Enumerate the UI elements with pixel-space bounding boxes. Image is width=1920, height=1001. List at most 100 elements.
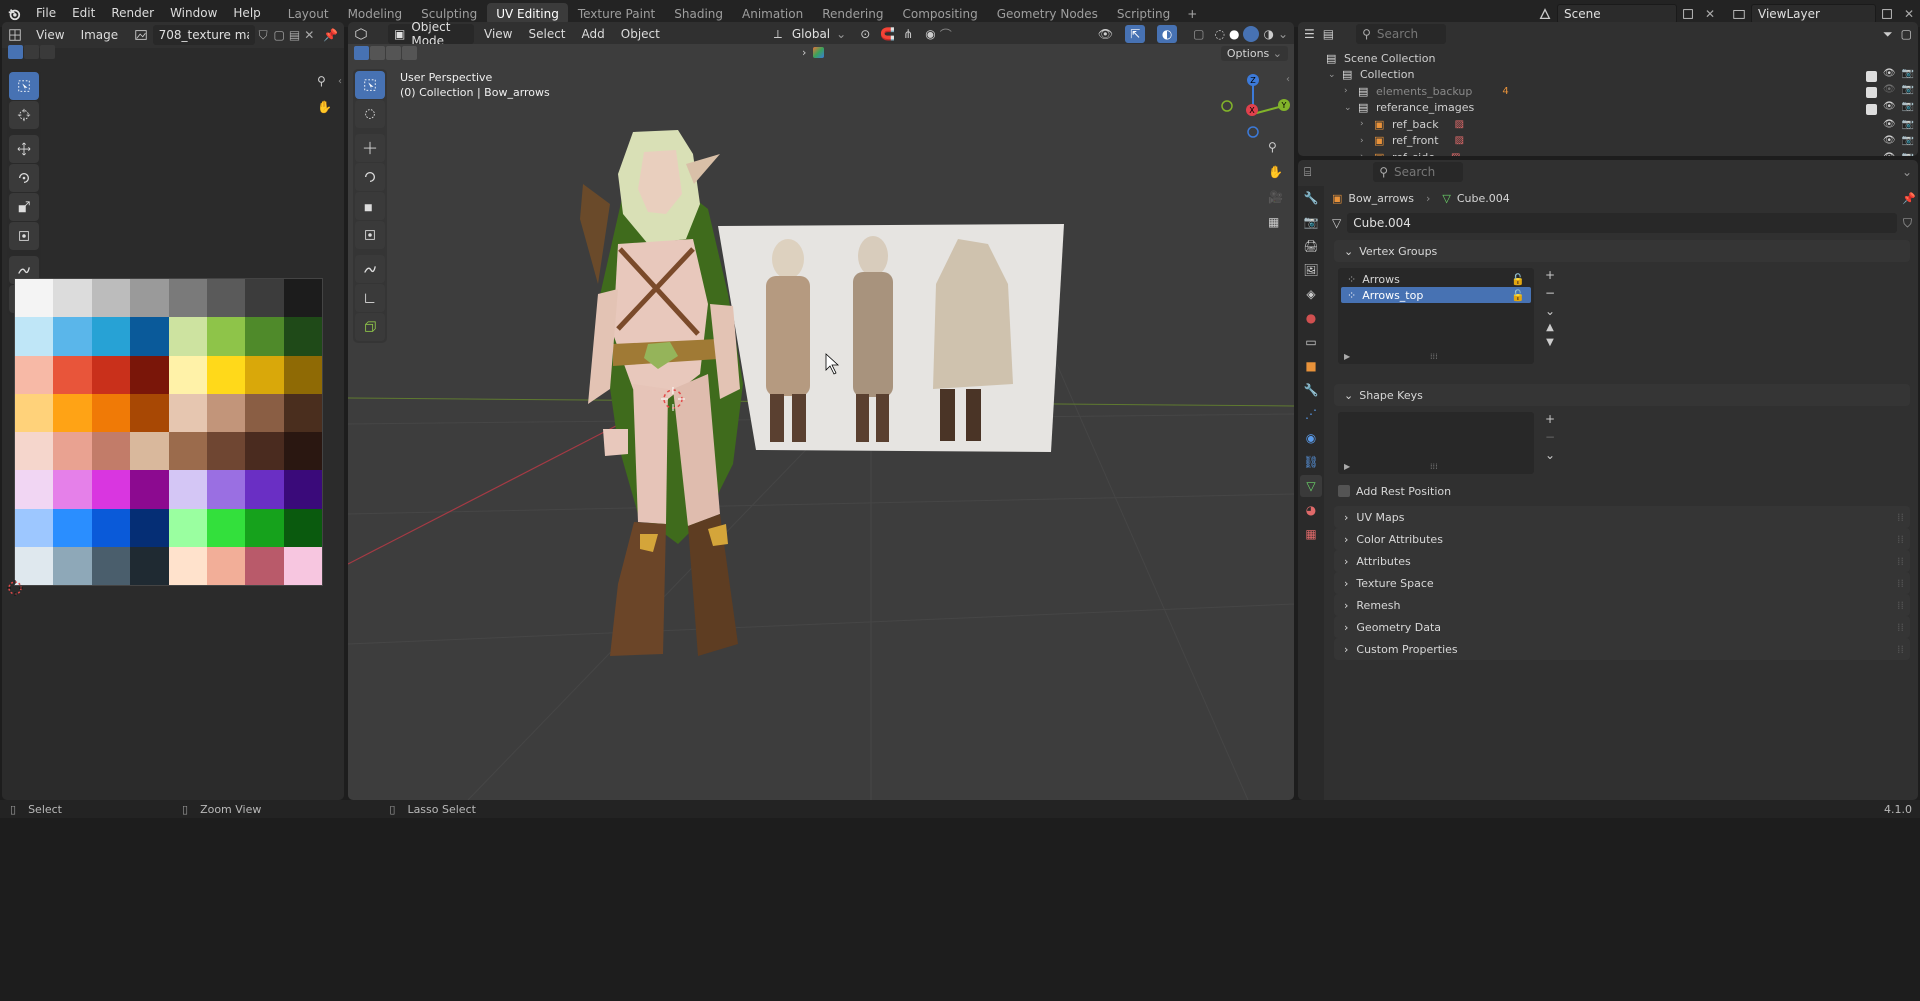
section-attributes[interactable]: › Attributes ⁞⁞ xyxy=(1334,550,1910,572)
camera-view-icon[interactable]: 🎥 xyxy=(1268,190,1283,204)
orientation-dropdown[interactable]: Global ⌄ xyxy=(786,24,852,44)
object-tab-icon[interactable]: ■ xyxy=(1300,355,1322,377)
mesh-data-icon[interactable]: ▽ xyxy=(1332,216,1341,230)
data-tab-icon[interactable]: ▽ xyxy=(1300,475,1322,497)
texture-tab-icon[interactable]: ▦ xyxy=(1300,523,1322,545)
drag-handle-icon[interactable]: ⁞⁞ xyxy=(1897,621,1904,634)
list-expand-icon[interactable]: ▶ xyxy=(1344,462,1350,471)
fake-user-icon[interactable]: ⛉ xyxy=(259,28,270,43)
add-rest-position-checkbox[interactable] xyxy=(1338,485,1350,497)
output-tab-icon[interactable]: 🖨 xyxy=(1300,235,1322,257)
snap-icon[interactable]: 🧲 xyxy=(880,27,895,41)
drag-handle-icon[interactable]: ⁞⁞ xyxy=(1897,533,1904,546)
render-camera-icon[interactable]: 📷 xyxy=(1902,101,1914,115)
drag-handle-icon[interactable]: ⁞⁞ xyxy=(1897,599,1904,612)
drag-handle-icon[interactable]: ⁞⁞ xyxy=(1897,577,1904,590)
render-tab-icon[interactable]: 📷 xyxy=(1300,211,1322,233)
outliner-search[interactable]: ⚲ Search xyxy=(1356,24,1447,44)
add-vertex-group-icon[interactable]: + xyxy=(1545,268,1555,282)
list-resize-handle[interactable]: ⁞⁞⁞ xyxy=(1430,462,1438,471)
view-layer-selector[interactable]: ViewLayer xyxy=(1751,3,1876,24)
uv-select-mode[interactable] xyxy=(8,45,55,59)
outliner-item[interactable]: › ▣ ref_back ▨ 👁 📷 xyxy=(1312,116,1918,133)
viewport-menu-select[interactable]: Select xyxy=(522,23,571,45)
asset-cube-icon[interactable] xyxy=(813,47,824,58)
eye-icon[interactable]: 👁 xyxy=(1883,68,1896,82)
shape-key-specials-icon[interactable]: ⌄ xyxy=(1545,448,1555,462)
new-collection-icon[interactable]: ▢ xyxy=(1901,27,1912,41)
move-tool-icon[interactable] xyxy=(9,135,39,163)
lock-icon[interactable]: 🔓 xyxy=(1511,273,1525,286)
viewport-transform-tool-icon[interactable] xyxy=(355,221,385,249)
mesh-fake-user-icon[interactable]: ⛉ xyxy=(1903,216,1912,231)
collapsed-arrow-icon[interactable]: › xyxy=(1360,119,1374,129)
collapse-right-icon[interactable]: ‹ xyxy=(1286,74,1290,85)
pivot-icon[interactable]: ⊙ xyxy=(860,27,870,41)
falloff-icon[interactable]: ⌒ xyxy=(940,26,952,43)
blender-logo-icon[interactable] xyxy=(0,7,28,21)
outliner-item[interactable]: ⌄ ▤ referance_images 👁 📷 xyxy=(1312,100,1918,117)
image-menu-image[interactable]: Image xyxy=(75,24,125,46)
section-texture-space[interactable]: › Texture Space ⁞⁞ xyxy=(1334,572,1910,594)
pin-properties-icon[interactable]: 📌 xyxy=(1902,192,1916,205)
list-resize-handle[interactable]: ⁞⁞⁞ xyxy=(1430,352,1438,361)
exclude-checkbox[interactable] xyxy=(1865,103,1877,115)
physics-tab-icon[interactable]: ◉ xyxy=(1300,427,1322,449)
gizmo-toggle-icon[interactable]: ⇱ xyxy=(1125,25,1146,43)
render-camera-icon[interactable]: 📷 xyxy=(1902,119,1914,130)
shape-keys-header[interactable]: ⌄ Shape Keys xyxy=(1334,384,1910,406)
delete-view-layer-icon[interactable]: ✕ xyxy=(1898,7,1920,21)
outliner-item[interactable]: ▤ Scene Collection xyxy=(1312,50,1918,67)
vertex-group-item[interactable]: ⁘ Arrows 🔓 xyxy=(1341,271,1531,287)
viewport-menu-view[interactable]: View xyxy=(478,23,518,45)
lock-icon[interactable]: 🔓 xyxy=(1511,289,1525,302)
rotate-tool-icon[interactable] xyxy=(9,164,39,192)
transform-tool-icon[interactable] xyxy=(9,222,39,250)
navigation-gizmo[interactable]: Z Y X xyxy=(1208,69,1294,159)
viewport-cursor-tool-icon[interactable] xyxy=(355,100,385,128)
move-up-icon[interactable]: ▲ xyxy=(1546,322,1554,333)
outliner-item[interactable]: › ▤ elements_backup 4 👁 📷 xyxy=(1312,83,1918,100)
3d-editor-type-icon[interactable] xyxy=(354,27,384,41)
collapsed-arrow-icon[interactable]: › xyxy=(1360,136,1374,146)
select-mode-buttons[interactable] xyxy=(354,46,417,60)
particles-tab-icon[interactable]: ⋰ xyxy=(1300,403,1322,425)
3d-viewport[interactable]: › User Perspective (0) Collection | Bow_… xyxy=(348,44,1294,800)
viewport-scale-tool-icon[interactable] xyxy=(355,192,385,220)
pin-icon[interactable]: 📌 xyxy=(323,28,338,42)
texture-palette-image[interactable] xyxy=(14,278,323,586)
unlink-image-icon[interactable]: ✕ xyxy=(304,28,315,42)
proportional-edit-icon[interactable]: ◉ xyxy=(925,27,935,41)
add-workspace-button[interactable]: + xyxy=(1179,7,1205,21)
add-rest-position-row[interactable]: Add Rest Position xyxy=(1328,480,1916,502)
viewport-rotate-tool-icon[interactable] xyxy=(355,163,385,191)
scene-selector[interactable]: Scene xyxy=(1557,3,1677,24)
tool-tab-icon[interactable]: 🔧 xyxy=(1300,187,1322,209)
material-tab-icon[interactable]: ◕ xyxy=(1300,499,1322,521)
shading-solid-icon[interactable]: ● xyxy=(1229,27,1239,41)
expand-arrow-icon[interactable]: › xyxy=(1344,86,1358,96)
editor-type-icon[interactable] xyxy=(8,28,26,42)
properties-search[interactable]: ⚲ Search xyxy=(1373,162,1464,182)
render-camera-icon[interactable]: 📷 xyxy=(1902,68,1914,82)
move-down-icon[interactable]: ▼ xyxy=(1546,337,1554,348)
visibility-icon[interactable]: 👁 xyxy=(1098,27,1113,41)
world-tab-icon[interactable]: ● xyxy=(1300,307,1322,329)
section-geometry-data[interactable]: › Geometry Data ⁞⁞ xyxy=(1334,616,1910,638)
scene-icon[interactable] xyxy=(1533,7,1557,21)
exclude-checkbox[interactable] xyxy=(1865,87,1877,99)
image-browse-icon[interactable] xyxy=(134,28,148,42)
section-remesh[interactable]: › Remesh ⁞⁞ xyxy=(1334,594,1910,616)
vertex-groups-header[interactable]: ⌄ Vertex Groups xyxy=(1334,240,1910,262)
constraints-tab-icon[interactable]: ⛓ xyxy=(1300,451,1322,473)
select-tool-icon[interactable] xyxy=(9,72,39,100)
display-mode-icon[interactable]: ▤ xyxy=(1323,27,1334,41)
mesh-name-field[interactable]: Cube.004 xyxy=(1347,213,1897,233)
remove-vertex-group-icon[interactable]: − xyxy=(1545,286,1555,300)
exclude-checkbox[interactable] xyxy=(1865,70,1877,82)
vertex-group-specials-icon[interactable]: ⌄ xyxy=(1545,304,1555,318)
view-layer-tab-icon[interactable]: 🖼 xyxy=(1300,259,1322,281)
add-shape-key-icon[interactable]: + xyxy=(1545,412,1555,426)
collapse-arrow-icon[interactable]: ‹ xyxy=(338,76,342,87)
render-camera-icon[interactable]: 📷 xyxy=(1902,135,1914,146)
